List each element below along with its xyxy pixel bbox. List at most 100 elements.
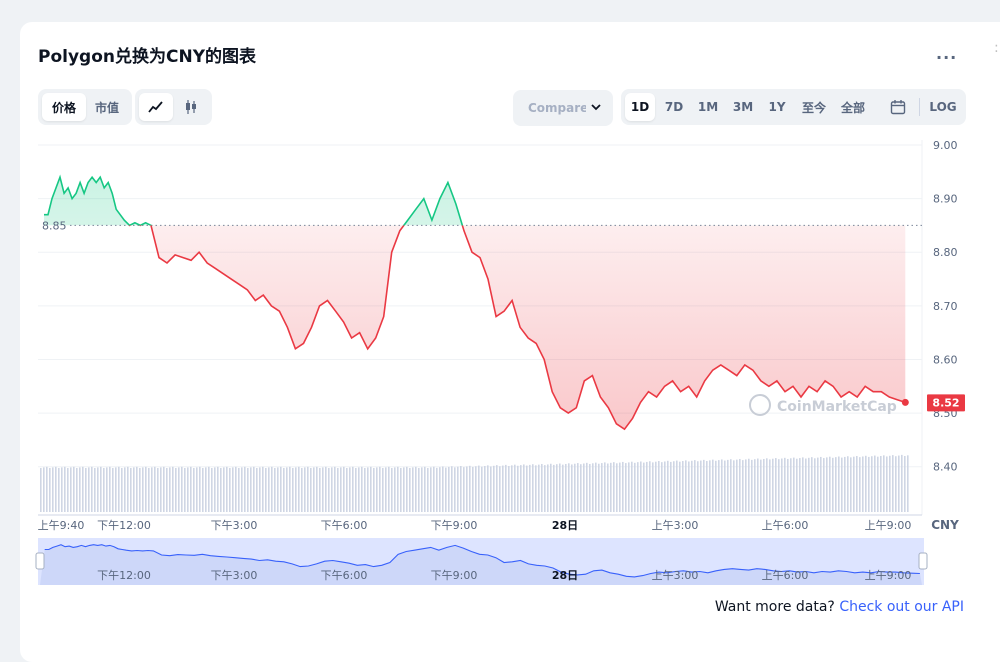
volume-bar	[796, 458, 798, 512]
volume-bar	[241, 467, 243, 512]
volume-bar	[388, 466, 390, 512]
volume-bar	[586, 462, 588, 512]
volume-bar	[592, 463, 594, 512]
volume-bar	[733, 460, 735, 512]
volume-bar	[406, 466, 408, 512]
y-tick-label: 8.70	[933, 300, 958, 313]
volume-bar	[76, 468, 78, 512]
volume-bar	[487, 465, 489, 512]
volume-bar	[646, 461, 648, 512]
volume-bar	[268, 467, 270, 512]
volume-bar	[277, 467, 279, 512]
navigator-handle-right[interactable]	[918, 552, 928, 570]
volume-bar	[130, 468, 132, 512]
volume-bar	[514, 464, 516, 512]
volume-bar	[382, 468, 384, 512]
volume-bar	[85, 468, 87, 512]
volume-bar	[850, 457, 852, 512]
volume-bar	[664, 461, 666, 512]
volume-bar	[685, 460, 687, 512]
volume-bar	[553, 464, 555, 512]
volume-bar	[346, 468, 348, 512]
volume-bar	[559, 463, 561, 512]
volume-bar	[802, 457, 804, 512]
volume-bar	[700, 460, 702, 512]
volume-bar	[136, 466, 138, 512]
volume-bar	[643, 462, 645, 512]
volume-bar	[427, 468, 429, 512]
volume-bar	[244, 466, 246, 512]
volume-bar	[364, 468, 366, 512]
volume-bar	[577, 463, 579, 512]
volume-bar	[460, 466, 462, 512]
volume-bar	[379, 466, 381, 512]
volume-bar	[118, 466, 120, 512]
volume-bar	[799, 458, 801, 512]
volume-bar	[823, 458, 825, 512]
volume-bar	[61, 467, 63, 512]
volume-bar	[835, 457, 837, 512]
volume-bar	[523, 464, 525, 512]
navigator-tick-label: 上午9:00	[865, 569, 912, 582]
volume-bar	[493, 465, 495, 512]
volume-bar	[841, 457, 843, 512]
volume-bar	[190, 466, 192, 512]
volume-bar	[838, 456, 840, 512]
volume-bar	[862, 456, 864, 512]
volume-bar	[517, 465, 519, 512]
volume-bar	[415, 466, 417, 512]
volume-bar	[784, 457, 786, 512]
down-area	[44, 225, 906, 430]
volume-bar	[544, 465, 546, 512]
footer-prefix: Want more data?	[714, 599, 835, 615]
volume-bar	[631, 461, 633, 512]
volume-bar	[763, 458, 765, 512]
volume-bar	[313, 467, 315, 512]
volume-bar	[139, 468, 141, 512]
volume-bar	[340, 467, 342, 512]
price-chart[interactable]: 8.85 CoinMarketCap 9.00 8.90 8.80 8.70 8.60 8…	[0, 0, 1000, 600]
volume-bar	[490, 466, 492, 512]
volume-bar	[754, 459, 756, 512]
volume-bar	[397, 466, 399, 512]
volume-bar	[214, 467, 216, 512]
volume-bar	[901, 454, 903, 512]
x-tick-label: 上午9:00	[865, 519, 912, 532]
volume-bar	[766, 458, 768, 512]
volume-bar	[859, 457, 861, 512]
volume-bar	[232, 467, 234, 512]
volume-bar	[463, 467, 465, 512]
volume-bar	[610, 462, 612, 512]
volume-bar	[787, 458, 789, 512]
volume-bar	[604, 462, 606, 512]
volume-bar	[736, 459, 738, 512]
volume-bar	[745, 459, 747, 512]
volume-bar	[58, 468, 60, 512]
volume-bar	[154, 466, 156, 512]
volume-bar	[874, 455, 876, 512]
price-area	[44, 177, 906, 430]
volume-bar	[64, 466, 66, 512]
volume-bar	[571, 464, 573, 512]
volume-bar	[811, 457, 813, 512]
x-tick-label: 下午6:00	[321, 519, 368, 532]
volume-bar	[265, 468, 267, 512]
navigator-tick-label: 下午12:00	[97, 569, 151, 582]
volume-bar	[394, 467, 396, 512]
volume-bar	[55, 466, 57, 512]
volume-bar	[358, 467, 360, 512]
volume-bar	[121, 468, 123, 512]
volume-bar	[583, 463, 585, 512]
volume-bar	[469, 465, 471, 512]
volume-bar	[502, 465, 504, 512]
navigator-tick-label: 下午3:00	[211, 569, 258, 582]
volume-bar	[658, 461, 660, 512]
volume-bar	[274, 468, 276, 512]
volume-bar	[88, 467, 90, 512]
volume-bar	[109, 466, 111, 512]
api-link[interactable]: Check out our API	[839, 599, 964, 615]
navigator-handle-left[interactable]	[35, 552, 45, 570]
volume-bar	[727, 459, 729, 512]
range-navigator[interactable]: 下午12:00 下午3:00 下午6:00 下午9:00 28日 上午3:00 上午6:00…	[35, 538, 928, 585]
volume-bar	[82, 466, 84, 512]
